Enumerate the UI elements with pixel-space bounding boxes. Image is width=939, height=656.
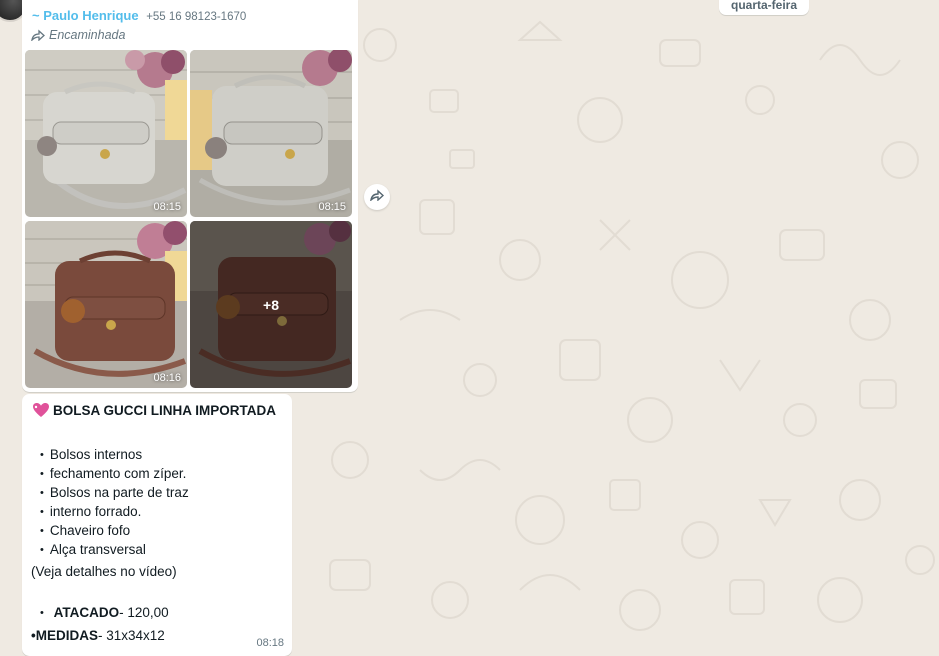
- list-item: fechamento com zíper.: [40, 464, 189, 483]
- list-item: interno forrado.: [40, 502, 189, 521]
- measures-value: - 31x34x12: [97, 628, 165, 643]
- details-note: (Veja detalhes no vídeo): [31, 564, 177, 579]
- sender-name[interactable]: ~ Paulo Henrique: [32, 8, 139, 23]
- sparkling-heart-icon: [32, 402, 50, 418]
- list-item: Alça transversal: [40, 540, 189, 559]
- sender-header: ~ Paulo Henrique +55 16 98123-1670: [32, 8, 246, 23]
- message-title: BOLSA GUCCI LINHA IMPORTADA: [32, 402, 276, 418]
- photo-timestamp: 08:15: [153, 201, 181, 213]
- more-photos-count: +8: [263, 296, 279, 313]
- forward-icon: [369, 188, 385, 206]
- photo-timestamp: 08:15: [318, 201, 346, 213]
- album-photo-2[interactable]: 08:15: [190, 50, 352, 217]
- message-timestamp: 08:18: [256, 637, 284, 649]
- grey-handbag-photo: [190, 50, 352, 217]
- forwarded-icon: [31, 29, 45, 41]
- wholesale-price: ATACADO- 120,00: [40, 605, 169, 620]
- forwarded-text: Encaminhada: [49, 28, 126, 42]
- message-title-text: BOLSA GUCCI LINHA IMPORTADA: [53, 402, 276, 418]
- forward-message-button[interactable]: [364, 184, 390, 210]
- list-item: Bolsos na parte de traz: [40, 483, 189, 502]
- sender-phone: +55 16 98123-1670: [146, 11, 247, 23]
- measures-line: •MEDIDAS- 31x34x12: [31, 628, 165, 643]
- price-label: ATACADO: [53, 605, 120, 620]
- album-message-bubble[interactable]: ~ Paulo Henrique +55 16 98123-1670 Encam…: [22, 0, 358, 392]
- album-photo-3[interactable]: 08:16: [25, 221, 187, 388]
- photo-timestamp: 08:16: [153, 372, 181, 384]
- list-item: Chaveiro fofo: [40, 521, 189, 540]
- brown-handbag-photo: [25, 221, 187, 388]
- forwarded-label: Encaminhada: [31, 28, 125, 42]
- price-value: - 120,00: [119, 605, 169, 620]
- text-message-bubble[interactable]: BOLSA GUCCI LINHA IMPORTADA Bolsos inter…: [22, 394, 292, 656]
- list-item: Bolsos internos: [40, 445, 189, 464]
- feature-list: Bolsos internos fechamento com zíper. Bo…: [40, 445, 189, 559]
- measures-label: •MEDIDAS: [31, 628, 98, 643]
- grey-handbag-photo: [25, 50, 187, 217]
- album-photo-1[interactable]: 08:15: [25, 50, 187, 217]
- date-divider: quarta-feira: [719, 0, 810, 15]
- album-photo-more[interactable]: +8: [190, 221, 352, 388]
